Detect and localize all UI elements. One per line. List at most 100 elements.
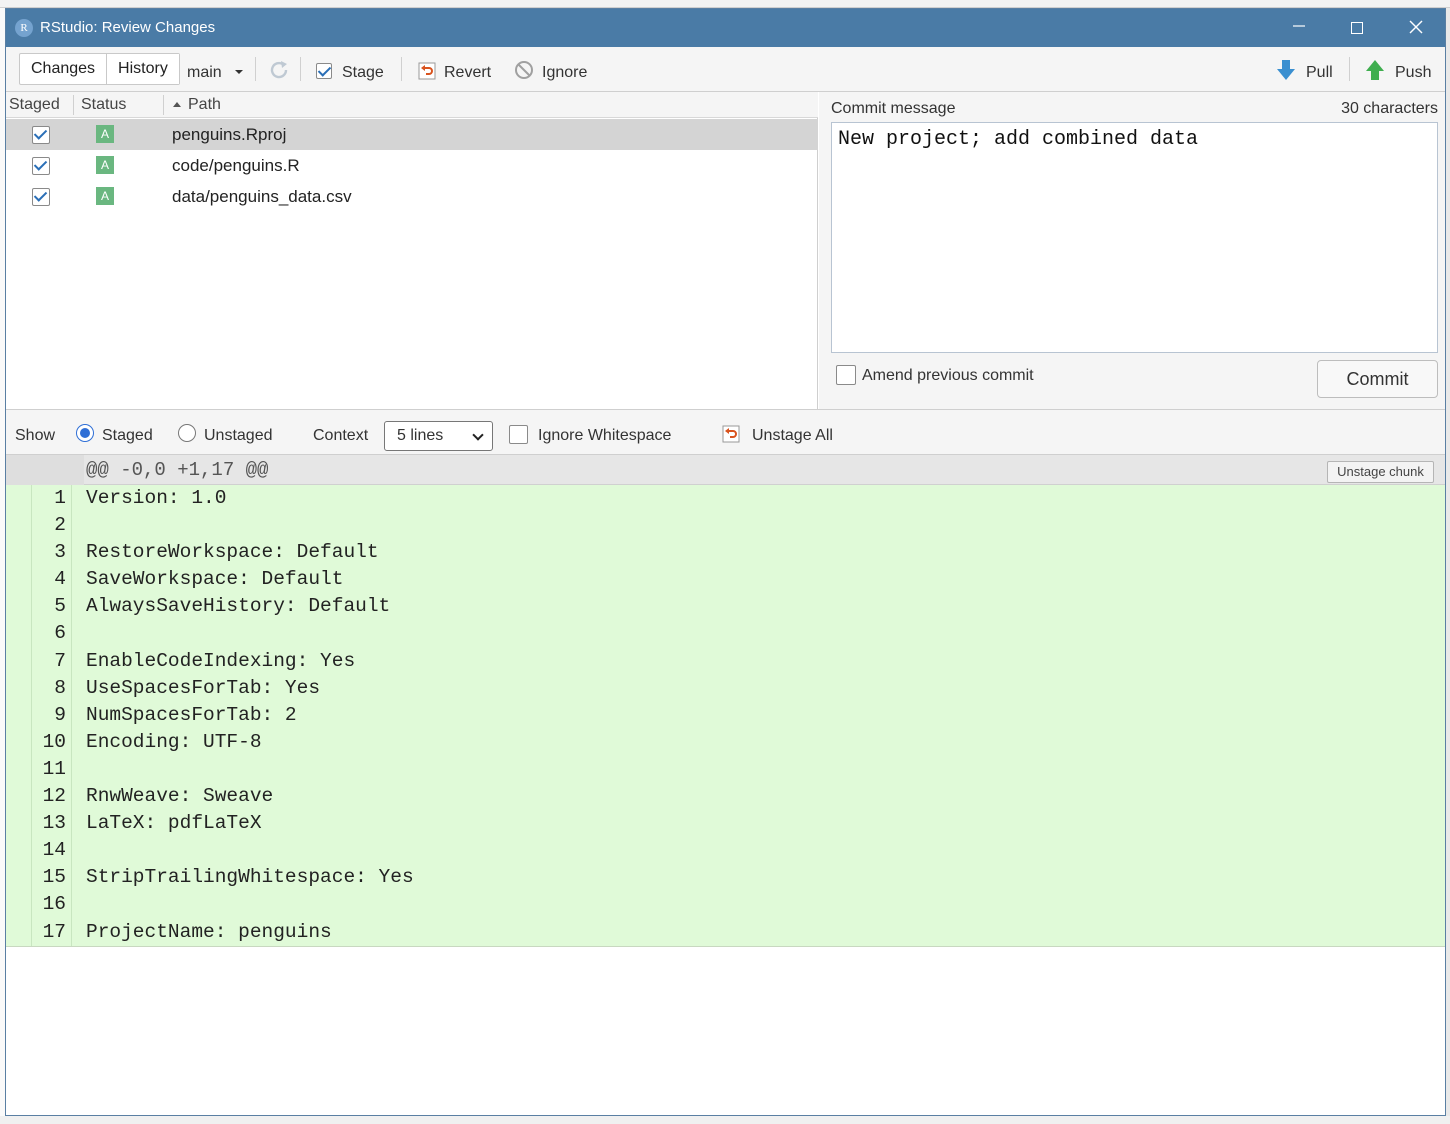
gutter-divider	[71, 512, 72, 540]
column-header-status[interactable]: Status	[81, 92, 126, 118]
push-button[interactable]: Push	[1365, 47, 1431, 92]
status-added-badge: A	[96, 156, 114, 174]
diff-old-gutter	[6, 566, 32, 594]
line-number: 5	[54, 595, 66, 618]
gutter-divider	[71, 593, 72, 621]
diff-old-gutter	[6, 810, 32, 838]
line-number: 8	[54, 676, 66, 699]
line-number: 9	[54, 703, 66, 726]
diff-line: 7 EnableCodeIndexing: Yes	[6, 647, 1445, 675]
close-button[interactable]	[1387, 9, 1445, 47]
context-select[interactable]: 5 lines	[384, 420, 493, 451]
close-icon	[1409, 20, 1423, 34]
review-changes-window: R RStudio: Review Changes Changes Histor…	[5, 8, 1446, 1116]
refresh-button[interactable]	[267, 47, 291, 92]
diff-line: 1 Version: 1.0	[6, 485, 1445, 513]
diff-old-gutter	[6, 485, 32, 513]
diff-line: 16	[6, 891, 1445, 919]
commit-message-input[interactable]: New project; add combined data	[831, 122, 1438, 353]
diff-old-gutter	[6, 674, 32, 702]
diff-old-gutter	[6, 755, 32, 784]
ignore-whitespace-checkbox[interactable]	[509, 425, 528, 444]
ignore-label: Ignore	[542, 64, 588, 81]
ignore-icon	[515, 61, 533, 79]
line-number: 12	[42, 785, 66, 808]
column-header-path[interactable]: Path	[172, 92, 221, 118]
title-bar[interactable]: R RStudio: Review Changes	[6, 9, 1445, 47]
tab-history[interactable]: History	[106, 54, 179, 84]
line-number: 4	[54, 568, 66, 591]
diff-old-gutter	[6, 539, 32, 567]
line-number: 7	[54, 649, 66, 672]
line-number: 1	[54, 487, 66, 509]
diff-line: 14	[6, 837, 1445, 865]
radio-unselected	[178, 424, 196, 442]
unstage-icon	[722, 425, 740, 443]
gutter-divider	[71, 701, 72, 729]
commit-message-label: Commit message	[831, 100, 956, 117]
file-row[interactable]: A data/penguins_data.csv	[6, 181, 818, 212]
window-title: RStudio: Review Changes	[40, 19, 216, 36]
maximize-icon	[1351, 21, 1363, 34]
line-code: NumSpacesForTab: 2	[86, 703, 297, 726]
diff-line: 13 LaTeX: pdfLaTeX	[6, 810, 1445, 838]
diff-old-gutter	[6, 864, 32, 892]
file-row[interactable]: A penguins.Rproj	[6, 119, 818, 150]
tab-changes[interactable]: Changes	[20, 54, 106, 84]
unstage-all-label: Unstage All	[752, 427, 833, 444]
gutter-divider	[71, 728, 72, 756]
line-code: SaveWorkspace: Default	[86, 568, 344, 591]
stage-button[interactable]: Stage	[316, 47, 384, 92]
column-separator	[73, 95, 74, 115]
pull-label: Pull	[1306, 64, 1333, 81]
main-toolbar: Changes History main Stage Revert Ignore…	[6, 47, 1445, 92]
push-label: Push	[1395, 64, 1432, 81]
line-code: EnableCodeIndexing: Yes	[86, 649, 356, 672]
staged-checkbox[interactable]	[32, 157, 50, 175]
branch-dropdown[interactable]: main	[187, 47, 244, 92]
gutter-divider	[71, 647, 72, 675]
diff-line: 15 StripTrailingWhitespace: Yes	[6, 864, 1445, 892]
status-added-badge: A	[96, 187, 114, 205]
minimize-button[interactable]	[1270, 9, 1328, 47]
column-header-staged[interactable]: Staged	[9, 92, 60, 118]
diff-line: 3 RestoreWorkspace: Default	[6, 539, 1445, 567]
amend-commit-option[interactable]: Amend previous commit	[836, 365, 1034, 385]
revert-label: Revert	[444, 64, 492, 81]
diff-old-gutter	[6, 593, 32, 621]
diff-line: 2	[6, 512, 1445, 540]
amend-label: Amend previous commit	[862, 367, 1034, 384]
branch-name: main	[187, 64, 222, 81]
gutter-divider	[71, 539, 72, 567]
line-number: 3	[54, 541, 66, 564]
diff-line: 11	[6, 755, 1445, 784]
diff-end-border	[6, 945, 1445, 947]
amend-checkbox[interactable]	[836, 365, 856, 385]
line-code: ProjectName: penguins	[86, 920, 332, 943]
unstage-chunk-button[interactable]: Unstage chunk	[1327, 461, 1434, 483]
revert-button[interactable]: Revert	[418, 47, 491, 92]
line-code: LaTeX: pdfLaTeX	[86, 812, 262, 835]
line-code: AlwaysSaveHistory: Default	[86, 595, 391, 618]
gutter-divider	[71, 837, 72, 865]
pull-arrow-icon	[1277, 60, 1295, 80]
diff-old-gutter	[6, 918, 32, 946]
file-row[interactable]: A code/penguins.R	[6, 150, 818, 181]
staged-checkbox[interactable]	[32, 188, 50, 206]
line-number: 15	[42, 866, 66, 889]
gutter-divider	[71, 620, 72, 648]
staged-checkbox[interactable]	[32, 126, 50, 144]
pull-button[interactable]: Pull	[1276, 47, 1333, 92]
commit-pane: Commit message 30 characters New project…	[819, 92, 1445, 409]
toolbar-separator	[255, 57, 256, 81]
sort-ascending-icon	[173, 102, 181, 107]
maximize-button[interactable]	[1328, 9, 1386, 47]
commit-button[interactable]: Commit	[1317, 360, 1438, 398]
diff-line: 6	[6, 620, 1445, 648]
diff-old-gutter	[6, 728, 32, 756]
diff-line: 8 UseSpacesForTab: Yes	[6, 674, 1445, 702]
chevron-down-icon	[472, 429, 484, 441]
diff-toolbar: Show Staged Unstaged Context 5 lines Ign…	[6, 409, 1445, 455]
ignore-button[interactable]: Ignore	[514, 47, 587, 92]
diff-line: 5 AlwaysSaveHistory: Default	[6, 593, 1445, 621]
